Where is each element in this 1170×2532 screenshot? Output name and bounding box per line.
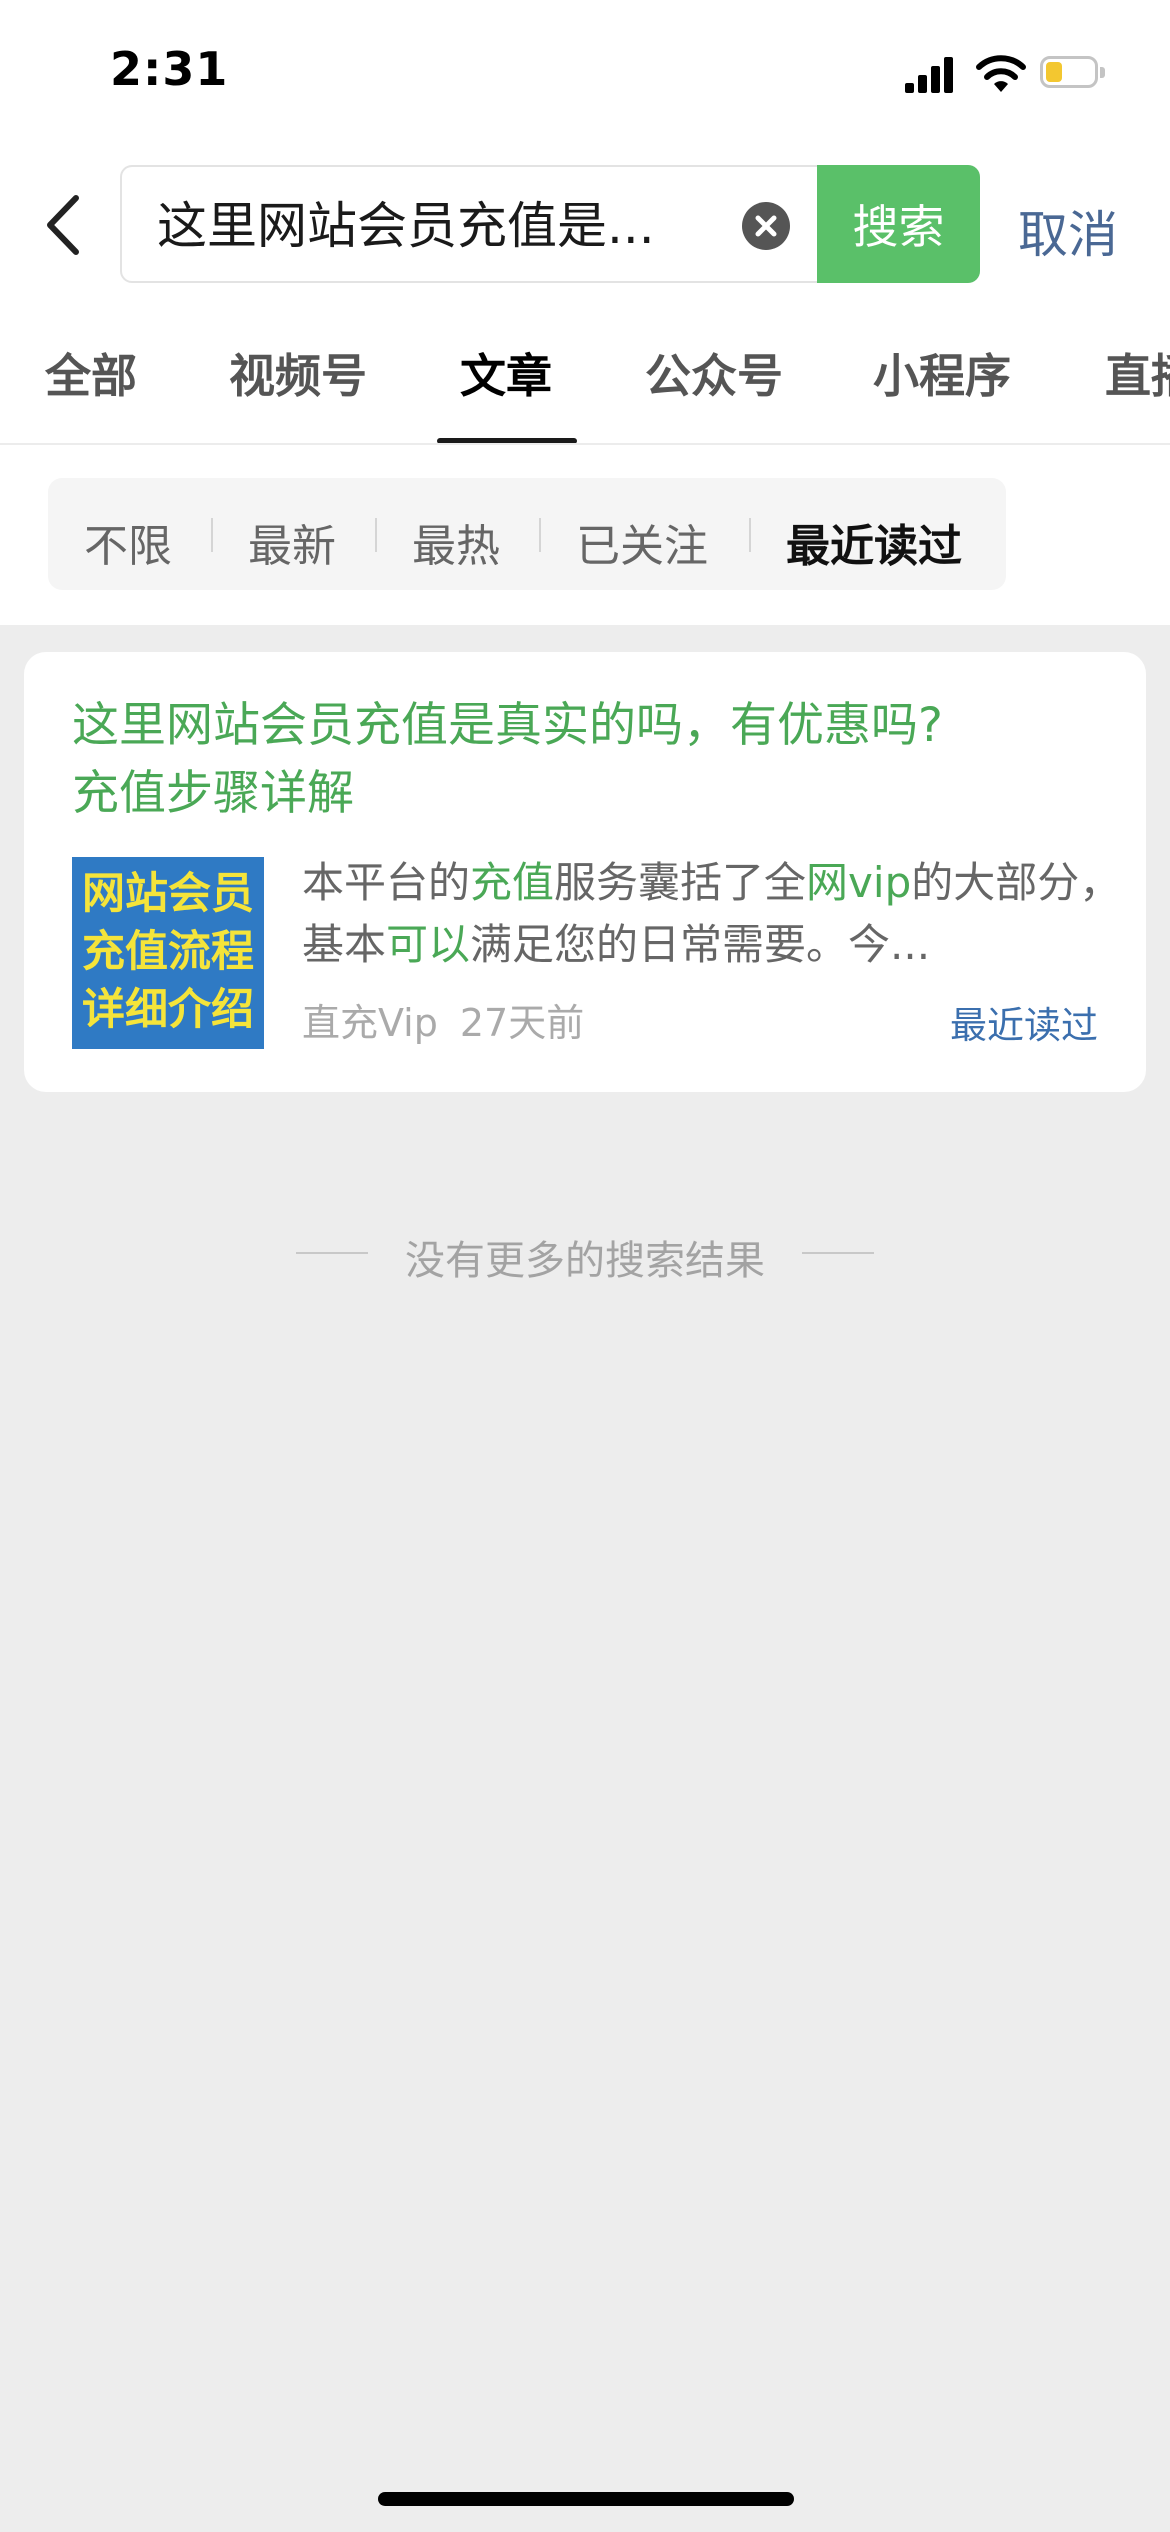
result-snippet: 本平台的充值服务囊括了全网vip的大部分，基本可以满足您的日常需要。今... (302, 858, 1122, 969)
tab-live[interactable]: 直播 (1105, 340, 1170, 406)
result-time: 27天前 (459, 1001, 585, 1045)
battery-icon (1040, 56, 1106, 90)
wifi-icon (976, 55, 1026, 92)
tab-articles[interactable]: 文章 (460, 340, 552, 406)
filter-followed[interactable]: 已关注 (576, 510, 708, 574)
no-more-results-text: 没有更多的搜索结果 (405, 1238, 765, 1284)
tab-official-accounts[interactable]: 公众号 (645, 340, 783, 406)
status-time: 2:31 (110, 42, 229, 96)
result-source: 直充Vip (302, 1001, 438, 1045)
filter-divider (375, 518, 377, 552)
search-query-text[interactable]: 这里网站会员充值是... (157, 197, 677, 255)
filter-newest[interactable]: 最新 (248, 510, 336, 574)
tabs-divider (0, 443, 1170, 445)
result-meta: 直充Vip 27天前 (302, 992, 606, 1047)
tab-mini-programs[interactable]: 小程序 (873, 340, 1011, 406)
home-indicator[interactable] (378, 2492, 794, 2506)
tab-video-channel[interactable]: 视频号 (229, 340, 367, 406)
filter-divider (539, 518, 541, 552)
result-thumbnail[interactable]: 网站会员 充值流程 详细介绍 (72, 857, 264, 1049)
filter-recently-read[interactable]: 最近读过 (786, 510, 962, 574)
filter-divider (749, 518, 751, 552)
recently-read-badge: 最近读过 (950, 1004, 1098, 1047)
cancel-button[interactable]: 取消 (1018, 195, 1118, 267)
sort-filter-bar: 不限 最新 最热 已关注 最近读过 (48, 478, 1006, 590)
end-divider-right (802, 1252, 874, 1254)
back-chevron-icon[interactable] (38, 190, 88, 260)
result-title[interactable]: 这里网站会员充值是真实的吗，有优惠吗? 充值步骤详解 (72, 692, 1092, 828)
search-result-card[interactable]: 这里网站会员充值是真实的吗，有优惠吗? 充值步骤详解 网站会员 充值流程 详细介… (24, 652, 1146, 1092)
search-button[interactable]: 搜索 (817, 165, 980, 283)
filter-any[interactable]: 不限 (84, 510, 172, 574)
cellular-signal-icon (905, 57, 953, 93)
filter-hottest[interactable]: 最热 (412, 510, 500, 574)
tab-all[interactable]: 全部 (45, 340, 137, 406)
clear-icon[interactable] (740, 200, 792, 252)
filter-divider (211, 518, 213, 552)
category-tabs: 全部 视频号 文章 公众号 小程序 直播 (0, 340, 1170, 440)
